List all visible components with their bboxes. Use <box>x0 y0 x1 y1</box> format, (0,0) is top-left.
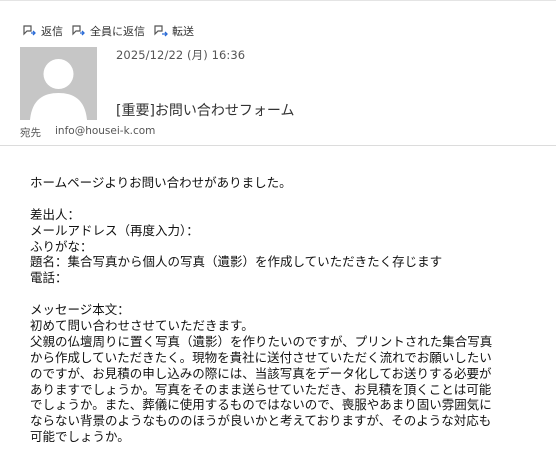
body-line: 父親の仏壇周りに置く写真（遺影）を作りたいのですが、プリントされた集合写真 <box>30 333 493 349</box>
body-line: ありますでしょうか。写真をそのまま送らせていただき、お見積を頂くことは可能 <box>30 381 492 397</box>
reply-label: 返信 <box>41 25 63 38</box>
body-line: ホームページよりお問い合わせがありました。 <box>30 175 292 190</box>
body-line: から作成していただきたく。現物を貴社に送付させていただく流れでお願いしたい <box>30 349 492 365</box>
body-line: 題名：集合写真から個人の写真（遺影）を作成していただきたく存じます <box>30 254 443 270</box>
body-line: 初めて問い合わせさせていただきます。 <box>30 318 254 334</box>
message-toolbar: 返信 全員に返信 転送 <box>22 23 202 39</box>
body-line: でしょうか。また、葬儀に使用するものではないので、喪服やあまり固い雰囲気に <box>30 397 492 413</box>
header-divider <box>0 145 556 146</box>
message-subject: [重要]お問い合わせフォーム <box>116 103 295 119</box>
person-placeholder-icon <box>30 59 87 120</box>
body-line: のですが、お見積の申し込みの際には、当該写真をデータ化してお送りする必要が <box>30 365 492 381</box>
body-line: メッセージ本文： <box>30 302 130 318</box>
sent-date: 2025/12/22 (月) 16:36 <box>116 48 246 62</box>
forward-icon <box>154 25 168 37</box>
forward-label: 転送 <box>172 25 194 38</box>
recipient-row: 宛先 info@housei-k.com <box>20 125 155 140</box>
email-reading-pane: 返信 全員に返信 転送 2025/12/22 (月) 16:36 [重要]お問い… <box>0 0 556 467</box>
reply-all-icon <box>72 25 85 36</box>
reply-all-label: 全員に返信 <box>90 25 145 38</box>
recipient-label: 宛先 <box>20 127 41 139</box>
body-line: ならない背景のようなもののほうが良いかと考えておりますが、そのような対応も <box>30 413 492 429</box>
message-body: ホームページよりお問い合わせがありました。 差出人： メールアドレス（再度入力）… <box>30 175 552 445</box>
recipient-address[interactable]: info@housei-k.com <box>55 125 155 140</box>
reply-all-button[interactable]: 全員に返信 <box>71 23 145 39</box>
body-line: 電話： <box>30 270 68 286</box>
body-line: 差出人： <box>30 206 81 222</box>
top-divider <box>0 0 556 1</box>
body-line: メールアドレス（再度入力）： <box>30 222 199 238</box>
body-line: ふりがな： <box>30 238 93 254</box>
body-line <box>30 191 552 207</box>
reply-button[interactable]: 返信 <box>22 23 63 39</box>
body-line <box>30 286 552 302</box>
forward-button[interactable]: 転送 <box>153 23 194 39</box>
reply-icon <box>23 25 36 36</box>
sender-avatar <box>20 47 97 120</box>
body-line: 可能でしょうか。 <box>30 429 130 445</box>
